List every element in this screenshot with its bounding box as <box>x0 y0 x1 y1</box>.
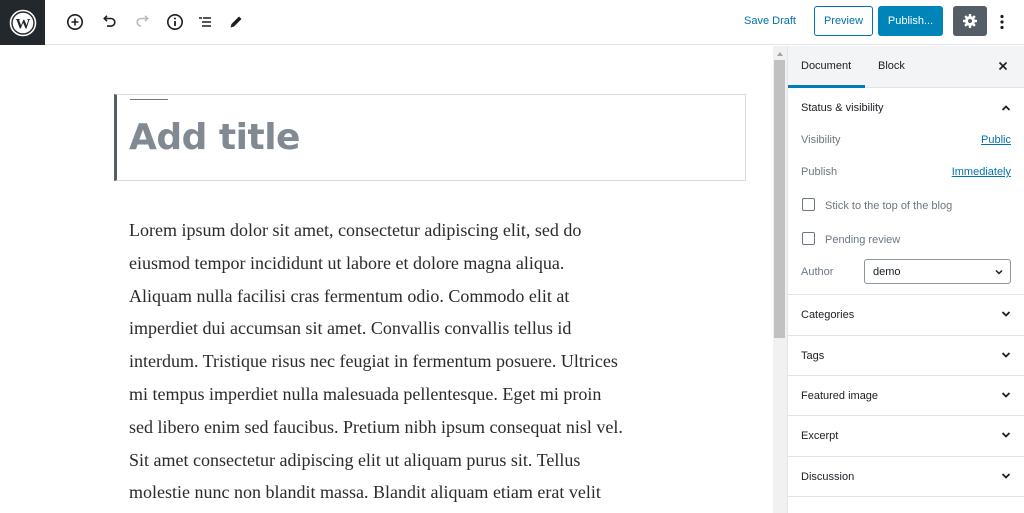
redo-icon <box>136 15 149 27</box>
panel-title: Tags <box>801 350 825 362</box>
paragraph-line: sed libero enim sed faucibus. Pretium ni… <box>129 416 623 437</box>
chevron-down-icon <box>1001 432 1011 438</box>
panel-title: Discussion <box>801 471 855 483</box>
pending-review-label[interactable]: Pending review <box>825 234 900 246</box>
plus-circle-icon <box>67 14 83 30</box>
title-placeholder: Add title <box>129 117 300 158</box>
svg-text:W: W <box>15 16 30 32</box>
paragraph-line: Lorem ipsum dolor sit amet, consectetur … <box>129 220 582 240</box>
publish-label: Publish <box>801 166 838 178</box>
title-block-handle <box>130 99 168 100</box>
panel-discussion-toggle[interactable]: Discussion <box>788 457 1024 497</box>
gear-icon <box>963 14 977 28</box>
panel-featured-image-toggle[interactable]: Featured image <box>788 376 1024 416</box>
pending-review-checkbox[interactable] <box>802 232 815 245</box>
paragraph-block[interactable]: Lorem ipsum dolor sit amet, consectetur … <box>129 214 649 509</box>
stick-to-top-label[interactable]: Stick to the top of the blog <box>825 200 952 212</box>
chevron-down-icon <box>1001 392 1011 398</box>
wordpress-logo-icon: W <box>9 9 36 36</box>
panel-categories-toggle[interactable]: Categories <box>788 295 1024 335</box>
editor-header: W Save Draft Preview Publish... <box>0 0 1024 45</box>
post-title-input[interactable]: Add title <box>114 94 746 181</box>
author-select-value: demo <box>873 266 901 278</box>
author-select[interactable]: demo <box>864 259 1011 284</box>
info-icon <box>167 14 183 30</box>
more-vertical-icon <box>1000 14 1004 30</box>
panel-title: Excerpt <box>801 430 839 442</box>
panel-title: Featured image <box>801 390 879 402</box>
panel-divider <box>788 496 1024 497</box>
editor-canvas: Add title Lorem ipsum dolor sit amet, co… <box>0 46 773 513</box>
redo-button[interactable] <box>132 11 154 33</box>
save-draft-button[interactable]: Save Draft <box>744 15 796 27</box>
info-button[interactable] <box>164 11 186 33</box>
panel-tags-toggle[interactable]: Tags <box>788 336 1024 376</box>
visibility-label: Visibility <box>801 134 841 146</box>
scrollbar-thumb[interactable] <box>774 60 785 338</box>
paragraph-line: eiusmod tempor incididunt ut labore et d… <box>129 252 565 273</box>
close-icon <box>998 61 1008 71</box>
publish-date-link[interactable]: Immediately <box>952 166 1011 178</box>
paragraph-line: interdum. Tristique risus nec feugiat in… <box>129 351 618 372</box>
pencil-icon <box>230 16 242 28</box>
paragraph-line: mi tempus imperdiet nulla malesuada pell… <box>129 383 602 404</box>
sidebar-tabs: Document Block <box>788 46 1024 88</box>
settings-button[interactable] <box>953 6 987 36</box>
more-options-button[interactable] <box>994 10 1010 34</box>
list-icon <box>199 17 211 27</box>
tab-document[interactable]: Document <box>801 60 851 72</box>
close-sidebar-button[interactable] <box>998 58 1008 74</box>
visibility-link[interactable]: Public <box>981 134 1011 146</box>
editor-scrollbar[interactable] <box>773 46 787 513</box>
preview-button[interactable]: Preview <box>814 6 873 36</box>
outline-button[interactable] <box>194 11 216 33</box>
wordpress-logo-button[interactable]: W <box>0 0 45 45</box>
paragraph-line: Sit amet consectetur adipiscing elit ut … <box>129 449 581 470</box>
chevron-down-icon <box>995 269 1003 275</box>
tab-block[interactable]: Block <box>878 60 905 72</box>
chevron-down-icon <box>1001 311 1011 317</box>
undo-icon <box>103 15 116 27</box>
scroll-up-arrow-icon[interactable] <box>777 52 783 56</box>
panel-title: Categories <box>801 309 855 321</box>
publish-button[interactable]: Publish... <box>878 6 943 36</box>
stick-to-top-checkbox[interactable] <box>802 198 815 211</box>
settings-sidebar: Document Block Status & visibility Visib… <box>787 46 1024 513</box>
add-block-button[interactable] <box>64 11 86 33</box>
edit-mode-button[interactable] <box>225 11 247 33</box>
paragraph-line: molestie nunc non blandit massa. Blandit… <box>129 482 601 503</box>
chevron-down-icon <box>1001 352 1011 358</box>
panel-title: Status & visibility <box>801 102 884 114</box>
chevron-down-icon <box>1001 473 1011 479</box>
paragraph-line: Aliquam nulla facilisi cras fermentum od… <box>129 285 570 306</box>
paragraph-line: imperdiet dui accumsan sit amet. Convall… <box>129 318 572 339</box>
panel-status-visibility-toggle[interactable]: Status & visibility <box>788 88 1024 128</box>
undo-button[interactable] <box>98 11 120 33</box>
panel-excerpt-toggle[interactable]: Excerpt <box>788 416 1024 456</box>
author-label: Author <box>801 266 834 278</box>
chevron-up-icon <box>1001 105 1011 111</box>
